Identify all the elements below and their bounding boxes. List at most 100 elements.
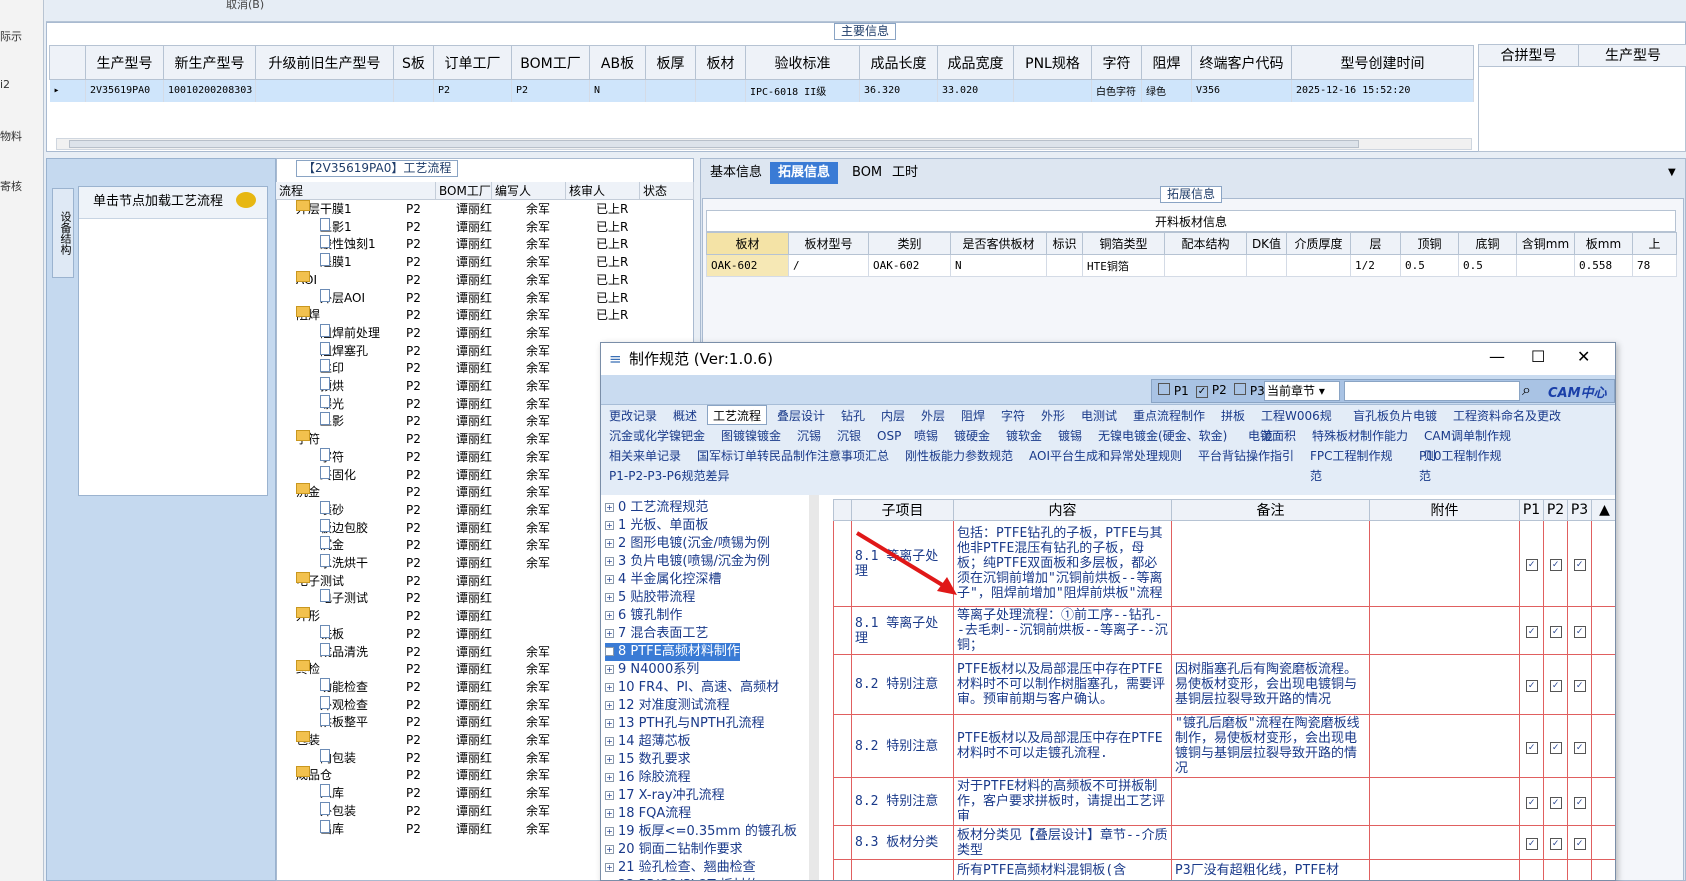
flow-node[interactable]: 曝光 [320, 394, 344, 414]
chat-bubble-icon[interactable] [236, 192, 256, 208]
toc-item[interactable]: +5 贴胶带流程 [605, 589, 695, 607]
spec-cell-item[interactable]: 8.1 等离子处理 [851, 606, 954, 655]
spec-cell-attach[interactable] [1369, 777, 1520, 826]
checkbox-icon[interactable]: ✓ [1573, 741, 1586, 754]
p-checkbox[interactable]: ✓ [1519, 825, 1544, 860]
expand-icon[interactable]: + [605, 647, 614, 656]
spec-cell-content[interactable]: 包括：PTFE钻孔的子板，PTFE与其他非PTFE混压有钻孔的子板，母板；纯PT… [953, 520, 1172, 607]
table-row[interactable]: 8.2 特别注意 PTFE板材以及局部混压中存在PTFE材料时不可以制作树脂塞孔，… [833, 654, 1615, 715]
table-cell[interactable]: OAK-602 [868, 254, 951, 277]
column-header[interactable]: BOM工厂 [436, 182, 492, 200]
p-checkbox[interactable]: ✓ [1567, 654, 1592, 715]
flow-node[interactable]: 阻焊前处理 [320, 323, 380, 343]
table-row[interactable]: 8.1 等离子处理 等离子处理流程：①前工序--钻孔--去毛刺--沉铜前烘板--等… [833, 606, 1615, 655]
expand-icon[interactable]: + [605, 683, 614, 692]
spec-cell-note[interactable] [1171, 825, 1370, 860]
column-header[interactable]: 型号创建时间 [1291, 45, 1474, 80]
chapter-tab[interactable]: 镀锡 [1052, 425, 1088, 445]
column-header[interactable]: 备注 [1171, 499, 1370, 521]
table-cell[interactable]: P2 [511, 79, 590, 102]
expand-icon[interactable]: + [605, 503, 614, 512]
checkbox-icon[interactable]: ✓ [1525, 797, 1538, 809]
chapter-tab[interactable]: 沉金或化学镍钯金 [603, 425, 711, 445]
checkbox-icon[interactable]: ✓ [1525, 559, 1538, 571]
toc-item[interactable]: +13 PTH孔与NPTH孔流程 [605, 715, 765, 733]
table-row[interactable]: 8.3 板材分类 板材分类见【叠层设计】章节--介质类型 ✓ ✓ ✓ [833, 825, 1615, 860]
table-cell[interactable] [1013, 79, 1092, 102]
checkbox-icon[interactable]: ✓ [1549, 797, 1562, 809]
left-strip-item[interactable]: 物料 [0, 128, 22, 144]
flow-row[interactable]: −AOI P2 谭丽红 余军 已上R [276, 270, 694, 290]
p-checkbox[interactable] [1519, 859, 1544, 880]
spec-cell-note[interactable] [1171, 777, 1370, 826]
flow-node[interactable]: −外层干膜1 [296, 200, 352, 219]
maximize-icon[interactable]: ☐ [1531, 347, 1545, 366]
flow-node[interactable]: 外观检查 [320, 695, 368, 715]
p-checkbox[interactable]: ✓ [1567, 714, 1592, 778]
column-header[interactable]: P1 [1519, 499, 1544, 521]
table-cell[interactable]: 78 [1632, 254, 1677, 277]
row-selector[interactable] [833, 859, 852, 880]
chapter-tab[interactable]: 工程W006规范 [1255, 405, 1343, 443]
column-header[interactable]: 验收标准 [745, 45, 860, 80]
flow-node[interactable]: 喷砂 [320, 500, 344, 520]
column-header[interactable]: 板mm [1574, 232, 1633, 255]
table-cell[interactable]: IPC-6018 II级 [745, 79, 860, 102]
expand-icon[interactable]: + [605, 809, 614, 818]
checkbox-icon[interactable]: ✓ [1525, 626, 1538, 638]
flow-node[interactable]: 退膜1 [320, 253, 352, 272]
flow-node[interactable]: −沉金 [296, 483, 320, 502]
scroll-gutter[interactable] [1591, 654, 1615, 715]
chapter-tab[interactable]: FPC工程制作规范 [1304, 445, 1409, 483]
toc-item[interactable]: +12 对准度测试流程 [605, 697, 730, 715]
spec-cell-attach[interactable] [1369, 859, 1520, 880]
p-checkbox[interactable]: ✓ [1567, 777, 1592, 826]
scroll-gutter[interactable] [1591, 777, 1615, 826]
column-header[interactable]: 字符 [1091, 45, 1142, 80]
p-checkbox[interactable]: ✓ [1519, 606, 1544, 655]
table-cell[interactable]: 0.5 [1400, 254, 1459, 277]
toc-item[interactable]: +14 超薄芯板 [605, 733, 691, 751]
spec-cell-note[interactable]: P3厂没有超粗化线，PTFE材 [1171, 859, 1370, 880]
expand-icon[interactable]: + [605, 575, 614, 584]
flow-node[interactable]: 终固化 [320, 465, 356, 485]
table-cell[interactable]: 1/2 [1350, 254, 1401, 277]
left-strip-item[interactable]: 际示 [0, 28, 22, 44]
toc-item[interactable]: +0 工艺流程规范 [605, 499, 708, 517]
flow-node[interactable]: 铣板 [320, 624, 344, 644]
chapter-tab[interactable]: 重点流程制作 [1127, 405, 1211, 425]
column-header[interactable]: S板 [393, 45, 434, 80]
spec-cell-content[interactable]: 板材分类见【叠层设计】章节--介质类型 [953, 825, 1172, 860]
p-checkbox[interactable]: ✓ [1543, 606, 1568, 655]
p-checkbox[interactable]: ✓ [1543, 777, 1568, 826]
table-cell[interactable]: 10010200208303 [163, 79, 256, 102]
scrollbar-thumb[interactable] [69, 140, 1359, 148]
expand-icon[interactable]: + [605, 665, 614, 674]
flow-node[interactable]: −AOI [296, 270, 317, 290]
checkbox-icon[interactable]: ✓ [1549, 838, 1562, 850]
expand-icon[interactable]: + [605, 629, 614, 638]
spec-cell-content[interactable]: PTFE板材以及局部混压中存在PTFE材料时不可以制作树脂塞孔，需要评审。预审前… [953, 654, 1172, 715]
flow-node[interactable]: −电子测试 [296, 571, 344, 591]
chapter-tab[interactable]: 刚性板能力参数规范 [899, 445, 1019, 465]
toc-item[interactable]: +10 FR4、PI、高速、高频材 [605, 679, 779, 697]
table-cell[interactable] [1164, 254, 1247, 277]
spec-cell-content[interactable]: 所有PTFE高频材料混铜板(含 [953, 859, 1172, 880]
dropdown-arrow-icon[interactable]: ▼ [1660, 162, 1684, 184]
chapter-tab[interactable]: 更改记录 [603, 405, 663, 425]
column-header[interactable]: 底铜 [1458, 232, 1517, 255]
column-header[interactable]: 上 [1632, 232, 1677, 255]
row-selector[interactable] [833, 520, 852, 607]
chapter-tab[interactable]: AOI平台生成和异常处理规则 [1023, 445, 1188, 465]
table-cell[interactable] [1516, 254, 1575, 277]
spec-cell-attach[interactable] [1369, 520, 1520, 607]
tab-extended-info[interactable]: 拓展信息 [770, 162, 839, 184]
flow-node[interactable]: 功能检查 [320, 677, 368, 697]
column-header[interactable]: 板材 [706, 232, 789, 255]
table-cell[interactable]: P2 [433, 79, 512, 102]
p-checkbox[interactable]: ✓ [1519, 714, 1544, 778]
checkbox-icon[interactable]: ✓ [1573, 797, 1586, 809]
toc-item[interactable]: +21 验孔检查、翘曲检查 [605, 859, 756, 877]
chapter-tab[interactable]: 镀软金 [1000, 425, 1048, 445]
toc-item[interactable]: +9 N4000系列 [605, 661, 699, 679]
